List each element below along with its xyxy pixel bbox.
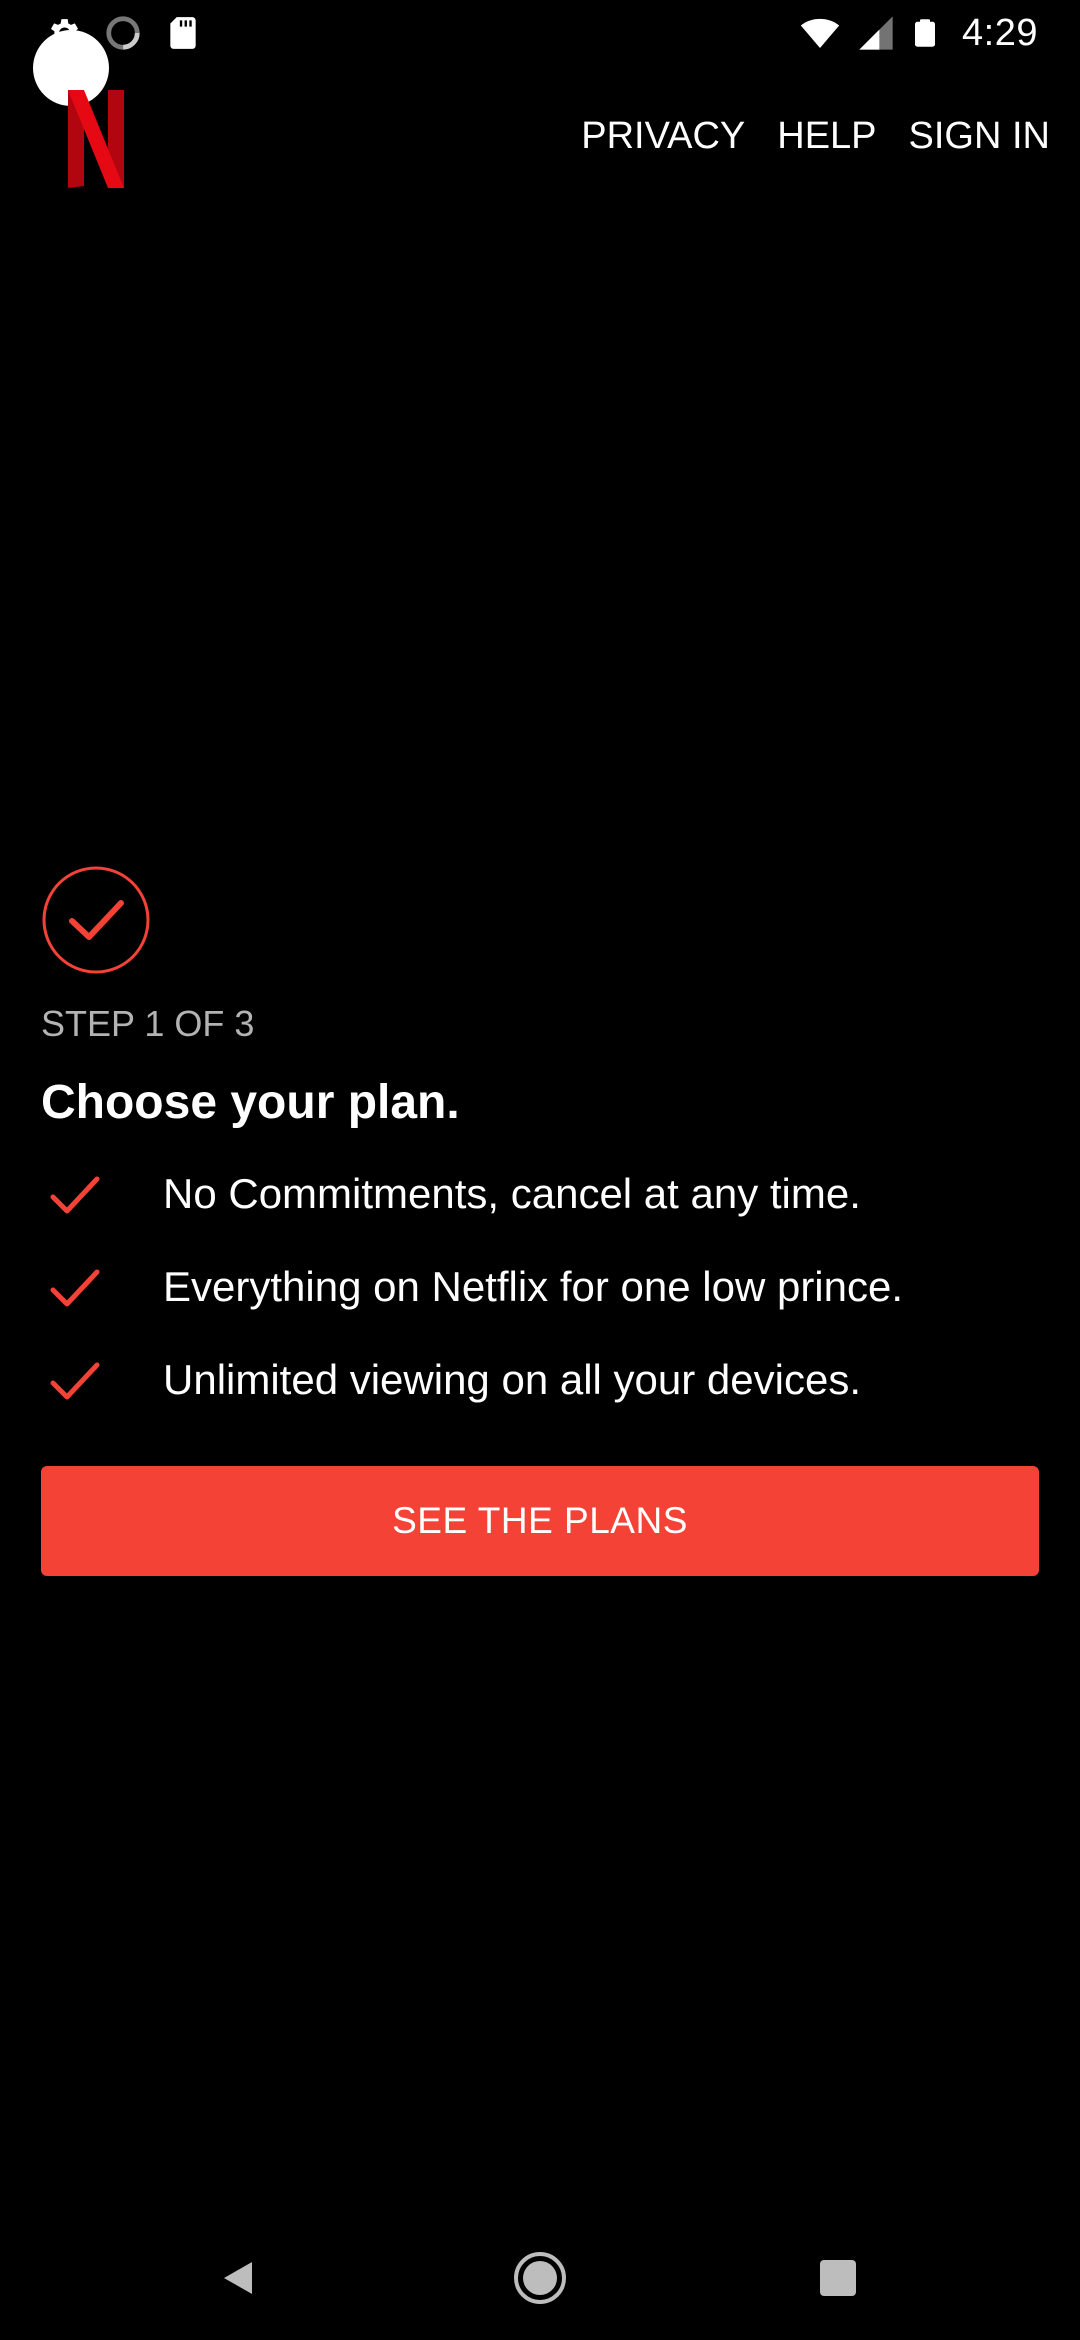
- system-navigation-bar: [0, 2220, 1080, 2340]
- benefits-list: No Commitments, cancel at any time. Ever…: [41, 1160, 1041, 1439]
- status-bar: 4:29: [0, 0, 1080, 66]
- clock-time: 4:29: [962, 11, 1038, 54]
- benefit-text: Everything on Netflix for one low prince…: [163, 1263, 904, 1310]
- privacy-link[interactable]: PRIVACY: [581, 108, 745, 164]
- step-label: STEP 1 OF 3: [41, 1003, 255, 1044]
- page-title: Choose your plan.: [41, 1076, 460, 1129]
- loading-spinner-icon: [106, 16, 140, 50]
- recents-icon[interactable]: [808, 2248, 868, 2308]
- netflix-logo[interactable]: [66, 88, 126, 188]
- checkmark-icon: [50, 1362, 100, 1400]
- back-icon[interactable]: [210, 2248, 270, 2308]
- checkmark-icon: [50, 1269, 100, 1307]
- wifi-icon: [800, 18, 840, 48]
- benefit-item: No Commitments, cancel at any time.: [41, 1160, 1041, 1253]
- top-nav: PRIVACY HELP SIGN IN: [581, 108, 1050, 164]
- check-circle-icon: [42, 866, 150, 974]
- sign-in-link[interactable]: SIGN IN: [909, 108, 1050, 164]
- home-icon[interactable]: [510, 2248, 570, 2308]
- checkmark-icon: [50, 1176, 100, 1214]
- benefit-text: Unlimited viewing on all your devices.: [163, 1356, 861, 1403]
- help-link[interactable]: HELP: [777, 108, 876, 164]
- benefit-item: Unlimited viewing on all your devices.: [41, 1346, 1041, 1439]
- see-the-plans-button[interactable]: SEE THE PLANS: [41, 1466, 1039, 1576]
- cell-signal-icon: [859, 16, 893, 50]
- benefit-item: Everything on Netflix for one low prince…: [41, 1253, 1041, 1346]
- benefit-text: No Commitments, cancel at any time.: [163, 1170, 861, 1217]
- app-screen: 4:29 PRIVACY HELP SIGN IN STEP 1 OF 3 Ch…: [0, 0, 1080, 2340]
- battery-icon: [915, 19, 936, 47]
- sd-card-icon: [170, 17, 196, 49]
